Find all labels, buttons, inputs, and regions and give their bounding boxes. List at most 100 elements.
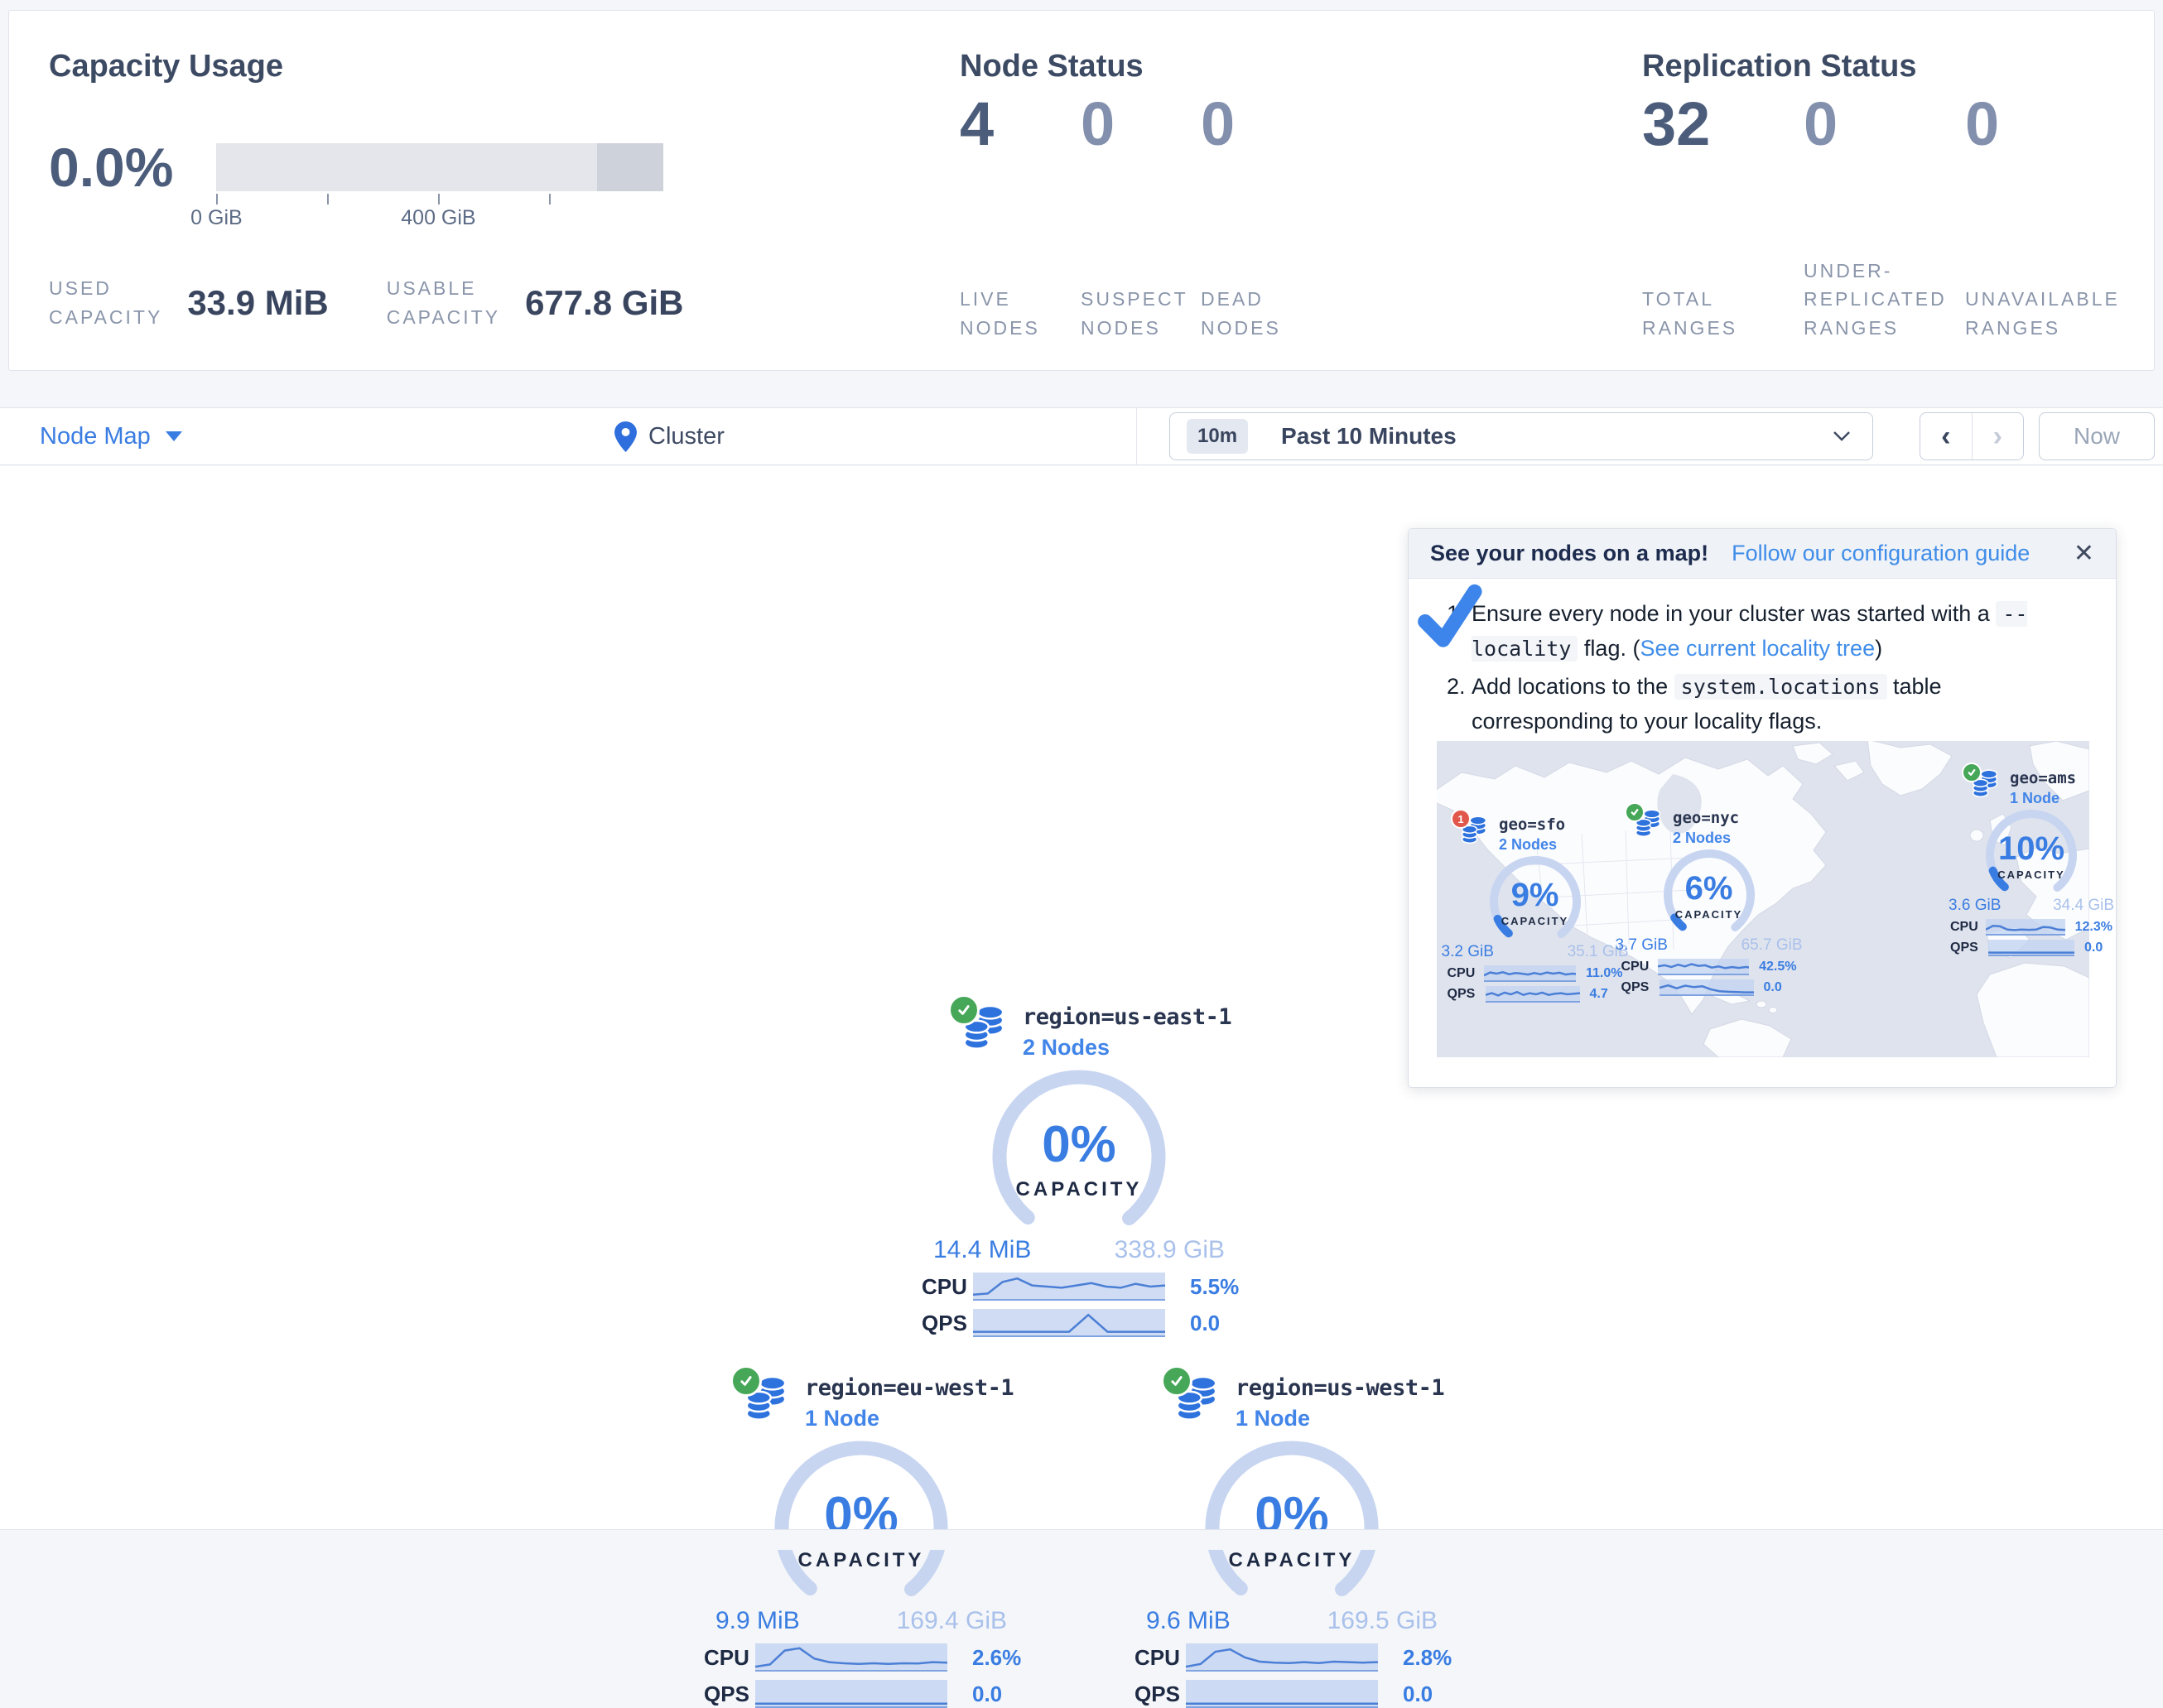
cpu-value: 2.6% bbox=[972, 1645, 1021, 1671]
chevron-down-icon bbox=[166, 431, 182, 441]
close-icon[interactable]: ✕ bbox=[2074, 539, 2094, 568]
blue-check-icon bbox=[1415, 584, 1485, 653]
used-capacity: 9.9 MiB bbox=[715, 1607, 800, 1635]
view-selector-dropdown[interactable]: Node Map bbox=[40, 408, 182, 464]
qps-label: QPS bbox=[1621, 980, 1660, 995]
total-capacity: 34.4 GiB bbox=[2053, 897, 2114, 915]
healthy-check-icon bbox=[1161, 1365, 1192, 1397]
page-footer-strip bbox=[0, 1529, 2163, 1550]
geo-name: geo=nyc bbox=[1673, 809, 1739, 827]
cluster-summary-panel: Capacity Usage 0.0% 0 GiB 400 GiB USED C… bbox=[8, 10, 2155, 371]
geo-name: geo=ams bbox=[2010, 769, 2076, 787]
healthy-check-icon bbox=[948, 994, 980, 1026]
qps-sparkline bbox=[1486, 986, 1580, 1003]
used-capacity-value: 33.9 MiB bbox=[187, 283, 328, 323]
total-capacity: 169.5 GiB bbox=[1327, 1607, 1438, 1635]
healthy-check-icon bbox=[1962, 763, 1982, 782]
cpu-sparkline bbox=[1658, 959, 1749, 975]
time-range-badge: 10m bbox=[1187, 419, 1248, 454]
map-pin-icon bbox=[614, 421, 637, 452]
qps-sparkline bbox=[755, 1680, 947, 1708]
node-status-title: Node Status bbox=[960, 49, 1144, 84]
healthy-check-icon bbox=[1625, 802, 1645, 822]
used-capacity-label: USED CAPACITY bbox=[49, 274, 162, 331]
total-ranges-label: TOTAL RANGES bbox=[1642, 285, 1804, 342]
capacity-caption: CAPACITY bbox=[1473, 915, 1597, 927]
unavailable-ranges-count: 0 bbox=[1965, 94, 2127, 155]
qps-sparkline bbox=[973, 1309, 1165, 1337]
region-node-count: 2 Nodes bbox=[1023, 1035, 1231, 1061]
capacity-percent: 0% bbox=[955, 1115, 1203, 1174]
qps-sparkline bbox=[1988, 940, 2074, 956]
capacity-axis-ticks bbox=[216, 191, 663, 204]
geo-node-count: 2 Nodes bbox=[1673, 830, 1739, 847]
live-nodes-count: 4 bbox=[960, 94, 1081, 155]
geo-widget-nyc[interactable]: geo=nyc 2 Nodes 6% CAPACITY 3.7 GiB 65.7… bbox=[1611, 809, 1806, 996]
region-widget-us-east-1[interactable]: region=us-east-1 2 Nodes 0% CAPACITY 14.… bbox=[913, 1004, 1245, 1337]
cpu-value: 12.3% bbox=[2075, 920, 2112, 935]
locality-tree-link[interactable]: See current locality tree bbox=[1640, 636, 1875, 661]
qps-label: QPS bbox=[1950, 941, 1988, 955]
under-replicated-ranges-label: UNDER- REPLICATED RANGES bbox=[1804, 257, 1965, 343]
qps-label: QPS bbox=[1128, 1682, 1186, 1707]
capacity-caption: CAPACITY bbox=[1969, 868, 2093, 881]
region-node-count: 1 Node bbox=[805, 1406, 1014, 1431]
cpu-value: 42.5% bbox=[1759, 960, 1796, 974]
region-node-count: 1 Node bbox=[1236, 1406, 1444, 1431]
cpu-sparkline bbox=[1986, 919, 2065, 936]
qps-sparkline bbox=[1186, 1680, 1378, 1708]
time-back-button[interactable]: ‹ bbox=[1920, 413, 1973, 459]
usable-capacity-value: 677.8 GiB bbox=[525, 283, 683, 323]
time-range-selector[interactable]: 10m Past 10 Minutes bbox=[1169, 412, 1873, 460]
suspect-nodes-count: 0 bbox=[1081, 94, 1201, 155]
qps-value: 0.0 bbox=[1403, 1682, 1433, 1707]
used-capacity: 3.2 GiB bbox=[1442, 943, 1494, 961]
popup-steps: Ensure every node in your cluster was st… bbox=[1472, 597, 2083, 739]
capacity-percent: 10% bbox=[1969, 830, 2093, 868]
healthy-check-icon bbox=[730, 1365, 762, 1397]
used-capacity: 14.4 MiB bbox=[933, 1236, 1031, 1264]
region-name: region=eu-west-1 bbox=[805, 1375, 1014, 1401]
qps-value: 0.0 bbox=[1764, 980, 1782, 995]
warning-badge-icon: 1 bbox=[1451, 809, 1471, 829]
under-replicated-ranges-count: 0 bbox=[1804, 94, 1965, 155]
suspect-nodes-label: SUSPECT NODES bbox=[1081, 285, 1201, 342]
capacity-usage-bar bbox=[216, 143, 663, 191]
geo-widget-ams[interactable]: geo=ams 1 Node 10% CAPACITY 3.6 GiB 34.4… bbox=[1949, 769, 2114, 956]
qps-value: 0.0 bbox=[1190, 1311, 1220, 1336]
used-capacity: 3.6 GiB bbox=[1949, 897, 2001, 915]
breadcrumb[interactable]: Cluster bbox=[614, 408, 725, 464]
total-capacity: 169.4 GiB bbox=[897, 1607, 1007, 1635]
region-name: region=us-west-1 bbox=[1236, 1375, 1444, 1401]
cpu-label: CPU bbox=[1621, 960, 1658, 974]
qps-sparkline bbox=[1660, 979, 1754, 996]
cpu-label: CPU bbox=[697, 1645, 755, 1671]
capacity-usage-title: Capacity Usage bbox=[49, 49, 283, 84]
capacity-usage-percent: 0.0% bbox=[49, 140, 173, 195]
qps-value: 0.0 bbox=[2084, 941, 2103, 955]
qps-label: QPS bbox=[915, 1311, 973, 1336]
capacity-percent: 6% bbox=[1647, 870, 1771, 907]
cpu-label: CPU bbox=[1448, 966, 1485, 981]
region-name: region=us-east-1 bbox=[1023, 1004, 1231, 1030]
now-button[interactable]: Now bbox=[2039, 412, 2155, 460]
breadcrumb-label: Cluster bbox=[648, 423, 725, 450]
chevron-down-icon bbox=[1833, 431, 1851, 442]
view-selector-label: Node Map bbox=[40, 423, 151, 450]
dead-nodes-label: DEAD NODES bbox=[1201, 285, 1333, 342]
time-forward-button[interactable]: › bbox=[1973, 413, 2024, 459]
cpu-sparkline bbox=[1484, 965, 1576, 982]
geo-name: geo=sfo bbox=[1499, 816, 1565, 834]
capacity-tick-0: 0 GiB bbox=[190, 206, 243, 230]
total-ranges-count: 32 bbox=[1642, 94, 1804, 155]
locality-setup-popup: See your nodes on a map! Follow our conf… bbox=[1408, 528, 2117, 1088]
qps-label: QPS bbox=[1448, 987, 1486, 1002]
configuration-guide-link[interactable]: Follow our configuration guide bbox=[1732, 541, 2030, 566]
capacity-caption: CAPACITY bbox=[955, 1178, 1203, 1201]
capacity-percent: 9% bbox=[1473, 877, 1597, 914]
capacity-caption: CAPACITY bbox=[1647, 908, 1771, 921]
used-capacity: 3.7 GiB bbox=[1616, 936, 1668, 955]
geo-node-count: 1 Node bbox=[2010, 790, 2076, 807]
geo-node-count: 2 Nodes bbox=[1499, 836, 1565, 854]
geo-widget-sfo[interactable]: 1 geo=sfo 2 Nodes 9% CAPACITY 3.2 GiB 35 bbox=[1438, 816, 1632, 1003]
